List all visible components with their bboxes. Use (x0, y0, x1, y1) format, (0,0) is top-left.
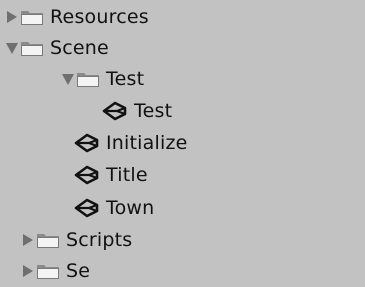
tree-item-label: Test (106, 68, 145, 90)
tree-item-label: Se (66, 260, 91, 282)
folder-icon (76, 70, 100, 88)
tree-item-initialize[interactable]: Initialize (74, 127, 188, 159)
collapse-arrow-icon[interactable] (4, 39, 20, 57)
tree-item-test-scene[interactable]: Test (102, 95, 172, 127)
tree-item-title[interactable]: Title (74, 159, 148, 191)
folder-icon (20, 8, 44, 26)
tree-item-scene[interactable]: Scene (4, 32, 109, 64)
tree-item-label: Test (134, 100, 173, 122)
tree-item-label: Town (106, 197, 155, 219)
project-tree: Resources Scene Test Test Initialize Tit… (0, 0, 365, 283)
tree-item-label: Title (106, 164, 148, 186)
tree-item-label: Resources (50, 6, 149, 28)
expand-arrow-icon[interactable] (20, 231, 36, 249)
unity-scene-icon (102, 100, 128, 122)
tree-item-label: Scripts (66, 229, 133, 251)
tree-item-resources[interactable]: Resources (4, 1, 149, 33)
collapse-arrow-icon[interactable] (60, 70, 76, 88)
folder-icon (36, 262, 60, 280)
folder-icon (20, 39, 44, 57)
tree-item-label: Scene (50, 37, 109, 59)
tree-item-label: Initialize (106, 132, 188, 154)
folder-icon (36, 231, 60, 249)
tree-item-town[interactable]: Town (74, 192, 154, 224)
unity-scene-icon (74, 197, 100, 219)
tree-item-se[interactable]: Se (20, 255, 90, 287)
expand-arrow-icon[interactable] (20, 262, 36, 280)
unity-scene-icon (74, 164, 100, 186)
tree-item-test-folder[interactable]: Test (60, 63, 144, 95)
expand-arrow-icon[interactable] (4, 8, 20, 26)
tree-item-scripts[interactable]: Scripts (20, 224, 132, 256)
unity-scene-icon (74, 132, 100, 154)
